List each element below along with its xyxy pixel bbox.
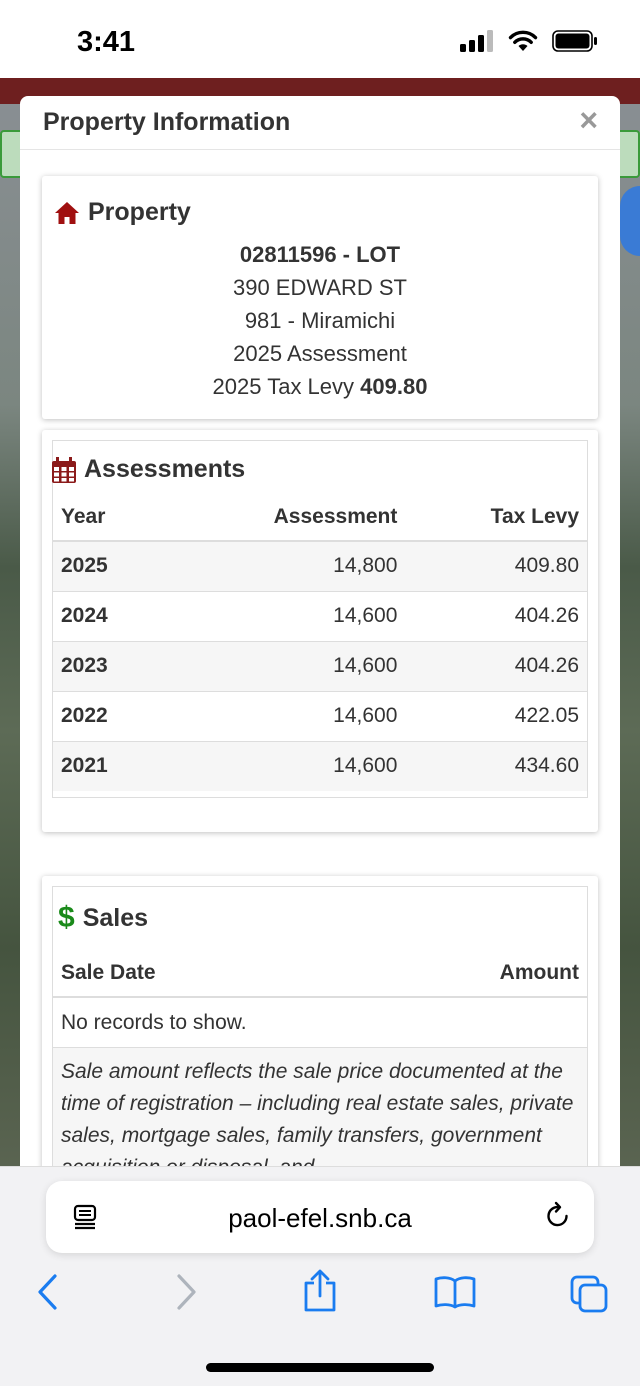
bookmarks-icon[interactable] xyxy=(434,1275,476,1309)
table-row: 2023 14,600 404.26 xyxy=(53,640,587,691)
table-header-row: Year Assessment Tax Levy xyxy=(53,493,587,542)
reload-icon[interactable] xyxy=(544,1201,572,1231)
cell-assessment: 14,800 xyxy=(162,540,406,591)
property-info-modal: Property Information × Property 02811596… xyxy=(20,96,620,1166)
cell-assessment: 14,600 xyxy=(162,590,406,641)
table-row: 2022 14,600 422.05 xyxy=(53,690,587,741)
cell-year: 2021 xyxy=(53,740,163,791)
property-municipality: 981 - Miramichi xyxy=(244,308,396,333)
property-title: Property xyxy=(88,198,191,226)
cell-tax-levy: 409.80 xyxy=(405,540,587,591)
assessments-section-title: Assessments xyxy=(52,455,246,484)
property-levy: 2025 Tax Levy 409.80 xyxy=(42,370,598,403)
forward-icon[interactable] xyxy=(174,1273,198,1311)
assessments-table-wrapper: Assessments Year Assessment Tax Levy 202… xyxy=(52,440,588,798)
calendar-icon xyxy=(52,456,76,483)
cell-tax-levy: 404.26 xyxy=(405,590,587,641)
dollar-icon: $ xyxy=(58,901,75,934)
modal-title: Property Information xyxy=(43,108,291,136)
sales-section-title: $ Sales xyxy=(53,901,148,935)
modal-header: Property Information × xyxy=(20,96,620,150)
sales-table: Sale Date Amount No records to show. xyxy=(53,949,587,1047)
col-amount-header[interactable]: Amount xyxy=(339,949,587,998)
cell-assessment: 14,600 xyxy=(162,690,406,741)
col-assessment-header[interactable]: Assessment xyxy=(162,493,406,542)
table-row: 2024 14,600 404.26 xyxy=(53,590,587,641)
wifi-icon xyxy=(508,30,538,51)
empty-message: No records to show. xyxy=(53,996,587,1047)
assessments-title: Assessments xyxy=(84,455,246,483)
sales-title: Sales xyxy=(82,903,149,932)
status-bar: 3:41 xyxy=(0,0,640,78)
property-details: 02811596 - LOT 390 EDWARD ST 981 - Miram… xyxy=(42,238,598,403)
levy-value: 409.80 xyxy=(360,374,428,399)
property-address: 390 EDWARD ST xyxy=(232,275,407,300)
property-section-title: Property xyxy=(54,198,191,227)
cell-assessment: 14,600 xyxy=(162,640,406,691)
col-year-header[interactable]: Year xyxy=(53,493,163,542)
assessments-panel: Assessments Year Assessment Tax Levy 202… xyxy=(42,430,598,832)
col-sale-date-header[interactable]: Sale Date xyxy=(53,949,340,998)
address-bar[interactable]: paol-efel.snb.ca xyxy=(46,1181,594,1253)
sales-table-wrapper: $ Sales Sale Date Amount No records to s… xyxy=(52,886,588,1166)
empty-row: No records to show. xyxy=(53,996,587,1047)
map-location-button[interactable] xyxy=(620,186,640,256)
url-text: paol-efel.snb.ca xyxy=(228,1203,412,1233)
col-tax-levy-header[interactable]: Tax Levy xyxy=(405,493,587,542)
cell-tax-levy: 434.60 xyxy=(405,740,587,791)
property-panel: Property 02811596 - LOT 390 EDWARD ST 98… xyxy=(42,176,598,419)
table-header-row: Sale Date Amount xyxy=(53,949,587,998)
sales-panel: $ Sales Sale Date Amount No records to s… xyxy=(42,876,598,1166)
home-indicator[interactable] xyxy=(206,1363,434,1372)
close-button[interactable]: × xyxy=(579,104,598,136)
cell-year: 2023 xyxy=(53,640,163,691)
cell-tax-levy: 404.26 xyxy=(405,640,587,691)
browser-toolbar: paol-efel.snb.ca xyxy=(0,1166,640,1386)
assessments-table: Year Assessment Tax Levy 2025 14,800 409… xyxy=(53,493,587,791)
sales-disclaimer: Sale amount reflects the sale price docu… xyxy=(53,1047,587,1166)
table-row: 2025 14,800 409.80 xyxy=(53,540,587,591)
property-pid: 02811596 - LOT xyxy=(239,242,401,267)
cell-tax-levy: 422.05 xyxy=(405,690,587,741)
cell-year: 2025 xyxy=(53,540,163,591)
share-icon[interactable] xyxy=(302,1269,338,1313)
property-assessment-label: 2025 Assessment xyxy=(233,341,407,366)
cell-year: 2024 xyxy=(53,590,163,641)
levy-label: 2025 Tax Levy xyxy=(212,374,361,399)
battery-icon xyxy=(552,30,597,52)
cellular-signal-icon xyxy=(460,30,493,52)
cell-year: 2022 xyxy=(53,690,163,741)
tabs-icon[interactable] xyxy=(570,1275,610,1313)
back-icon[interactable] xyxy=(36,1273,60,1311)
home-icon xyxy=(55,201,79,224)
status-icons xyxy=(460,30,598,52)
status-time: 3:41 xyxy=(77,26,136,58)
cell-assessment: 14,600 xyxy=(162,740,406,791)
table-row: 2021 14,600 434.60 xyxy=(53,740,587,791)
